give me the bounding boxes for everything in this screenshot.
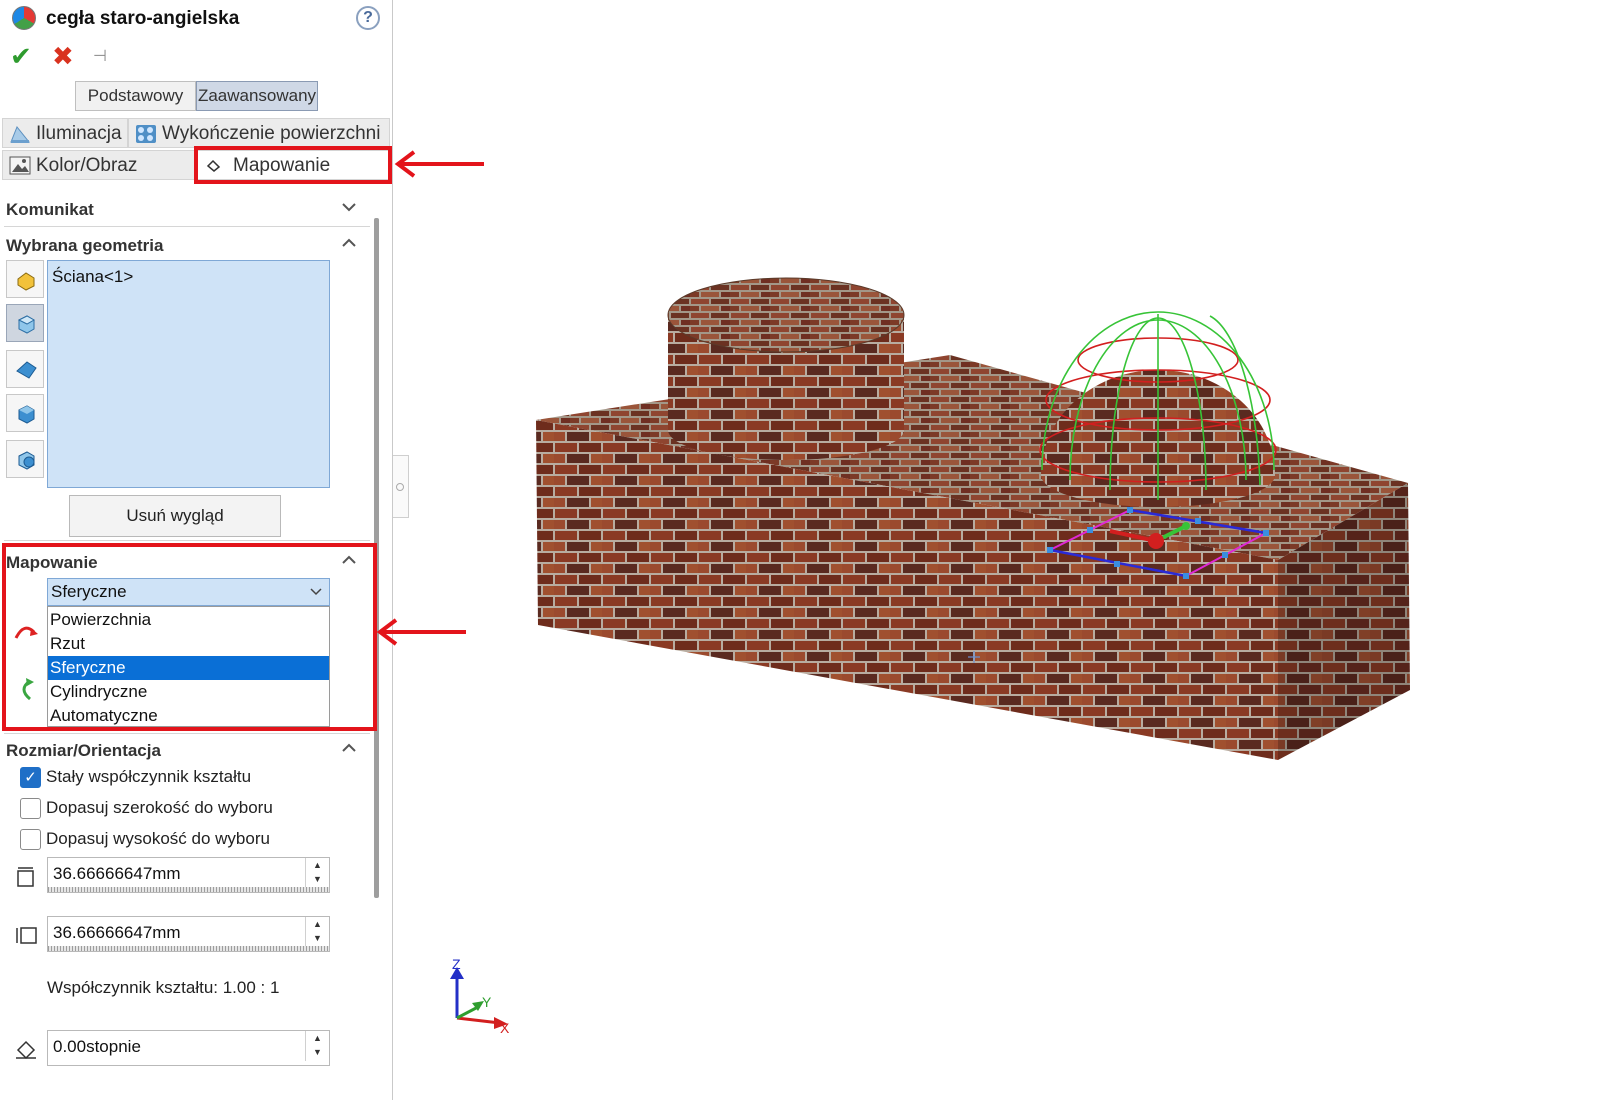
plane-grip-handle[interactable]	[1114, 561, 1120, 567]
chevron-up-icon[interactable]	[340, 234, 358, 252]
checkbox-unchecked-icon[interactable]	[20, 798, 41, 819]
panel-title-row: cegła staro-angielska ?	[0, 0, 393, 36]
height-input[interactable]: 36.66666647mm ▲ ▼	[47, 916, 330, 952]
property-manager-panel: cegła staro-angielska ? ✔ ✖ ⊣ Podstawowy…	[0, 0, 393, 1100]
plane-grip-handle[interactable]	[1263, 530, 1269, 536]
divider	[4, 540, 370, 541]
plane-grip-handle[interactable]	[1222, 552, 1228, 558]
tab-color-image[interactable]: Kolor/Obraz	[2, 150, 196, 180]
part-filter-icon[interactable]	[6, 260, 44, 298]
appearance-ball-icon	[12, 6, 36, 30]
divider	[4, 226, 370, 227]
tab-advanced-mode[interactable]: Zaawansowany	[196, 81, 318, 111]
face-filter-icon[interactable]	[6, 304, 44, 342]
section-geometry-header[interactable]: Wybrana geometria	[0, 229, 370, 259]
illumination-icon	[9, 124, 31, 144]
rotation-input[interactable]: 0.00stopnie ▲ ▼	[47, 1030, 330, 1066]
width-spinner[interactable]: ▲ ▼	[305, 858, 329, 888]
remove-appearance-button[interactable]: Usuń wygląd	[69, 495, 281, 537]
feature-filter-icon[interactable]	[6, 350, 44, 388]
width-input[interactable]: 36.66666647mm ▲ ▼	[47, 857, 330, 893]
height-slider[interactable]	[48, 946, 329, 951]
height-value[interactable]: 36.66666647mm	[53, 923, 181, 943]
plane-grip-handle[interactable]	[1047, 547, 1053, 553]
triad-y-label: Y	[482, 994, 492, 1010]
section-size-orientation-header[interactable]: Rozmiar/Orientacja	[0, 734, 370, 764]
callout-arrow-tab	[394, 150, 484, 178]
checkbox-checked-icon[interactable]: ✓	[20, 767, 41, 788]
plane-grip-handle[interactable]	[1195, 518, 1201, 524]
highlight-box-mapping-tab	[194, 146, 392, 184]
selected-geometry-list[interactable]: Ściana<1>	[47, 260, 330, 488]
body-filter-icon[interactable]	[6, 394, 44, 432]
view-orientation-triad: Z Y X	[450, 956, 510, 1035]
triad-x-label: X	[500, 1020, 510, 1035]
checkbox-unchecked-icon[interactable]	[20, 829, 41, 850]
triad-y-axis	[456, 1005, 479, 1020]
surface-finish-icon	[135, 124, 157, 144]
cancel-x-icon[interactable]: ✖	[52, 43, 76, 69]
chevron-up-icon[interactable]	[340, 739, 358, 757]
plane-grip-handle[interactable]	[1127, 507, 1133, 513]
section-size-orientation-title: Rozmiar/Orientacja	[6, 741, 161, 760]
panel-splitter-handle[interactable]	[393, 455, 409, 518]
tab-color-image-label: Kolor/Obraz	[36, 155, 138, 176]
section-geometry-title: Wybrana geometria	[6, 236, 164, 255]
tab-basic-mode[interactable]: Podstawowy	[75, 81, 196, 111]
height-icon	[14, 924, 38, 948]
fit-width-label: Dopasuj szerokość do wyboru	[46, 798, 273, 817]
cylinder-top-face[interactable]	[667, 277, 905, 353]
list-item[interactable]: Ściana<1>	[52, 267, 133, 287]
rotation-spinner[interactable]: ▲ ▼	[305, 1031, 329, 1061]
highlight-box-mapping-section	[2, 543, 377, 731]
y-axis-ball[interactable]	[1182, 522, 1190, 530]
graphics-viewport[interactable]	[410, 200, 1460, 800]
width-slider[interactable]	[48, 887, 329, 892]
tab-illumination-label: Iluminacja	[36, 123, 122, 144]
triad-z-label: Z	[452, 956, 461, 972]
triad-x-axis	[456, 1016, 501, 1025]
width-icon	[14, 865, 38, 889]
rotation-value[interactable]: 0.00stopnie	[53, 1037, 141, 1057]
pin-icon[interactable]: ⊣	[93, 48, 113, 66]
placement-origin-ball[interactable]	[1148, 533, 1164, 549]
tab-surface-finish-label: Wykończenie powierzchni	[162, 123, 381, 144]
color-image-icon	[9, 156, 31, 176]
panel-title: cegła staro-angielska	[46, 8, 240, 29]
help-icon[interactable]: ?	[356, 6, 380, 30]
ok-check-icon[interactable]: ✔	[10, 43, 34, 69]
rotation-icon	[14, 1037, 38, 1061]
tab-illumination[interactable]: Iluminacja	[2, 118, 128, 148]
aspect-ratio-readout: Współczynnik kształtu: 1.00 : 1	[47, 978, 280, 997]
chevron-down-icon[interactable]	[340, 198, 358, 216]
plane-grip-handle[interactable]	[1183, 573, 1189, 579]
component-filter-icon[interactable]	[6, 440, 44, 478]
plane-grip-handle[interactable]	[1087, 527, 1093, 533]
section-message-header[interactable]: Komunikat	[0, 193, 370, 223]
section-message-title: Komunikat	[6, 200, 94, 219]
fit-height-label: Dopasuj wysokość do wyboru	[46, 829, 270, 848]
tab-surface-finish[interactable]: Wykończenie powierzchni	[128, 118, 390, 148]
height-spinner[interactable]: ▲ ▼	[305, 917, 329, 947]
width-value[interactable]: 36.66666647mm	[53, 864, 181, 884]
fixed-aspect-ratio-label: Stały współczynnik kształtu	[46, 767, 252, 786]
